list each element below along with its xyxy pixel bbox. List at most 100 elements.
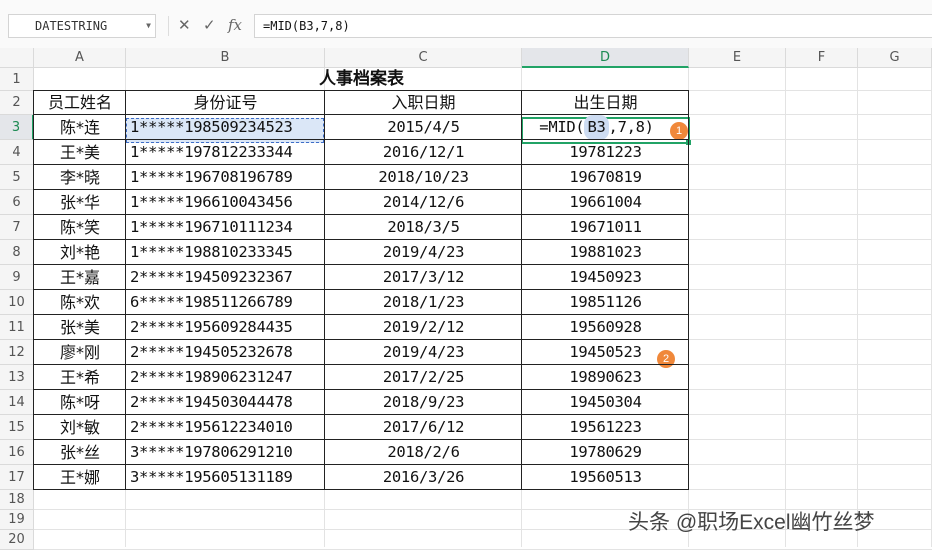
check-icon[interactable]: ✓ — [203, 15, 216, 35]
data-cell-hire-date[interactable]: 2016/12/1 — [325, 140, 522, 165]
data-cell-hire-date[interactable]: 2019/4/23 — [325, 340, 522, 365]
row-header-7[interactable]: 7 — [0, 215, 34, 240]
data-cell-birth-date[interactable]: 19780629 — [522, 440, 689, 465]
data-cell-name[interactable]: 王*希 — [34, 365, 126, 390]
column-header-f[interactable]: F — [786, 48, 858, 68]
select-all-corner[interactable] — [0, 48, 34, 68]
row-header-13[interactable]: 13 — [0, 365, 34, 390]
data-cell-name[interactable]: 刘*敏 — [34, 415, 126, 440]
data-cell-hire-date[interactable]: 2018/3/5 — [325, 215, 522, 240]
data-cell-birth-date[interactable]: 19851126 — [522, 290, 689, 315]
row-header-20[interactable]: 20 — [0, 530, 34, 550]
data-cell-birth-date[interactable]: 19450923 — [522, 265, 689, 290]
data-cell-id-number[interactable]: 1*****196708196789 — [126, 165, 325, 190]
column-header-b[interactable]: B — [126, 48, 325, 68]
data-cell-name[interactable]: 刘*艳 — [34, 240, 126, 265]
data-cell-hire-date[interactable]: 2014/12/6 — [325, 190, 522, 215]
data-cell-birth-date[interactable]: 19661004 — [522, 190, 689, 215]
data-cell-name[interactable]: 廖*刚 — [34, 340, 126, 365]
row-header-16[interactable]: 16 — [0, 440, 34, 465]
data-cell-name[interactable]: 王*嘉 — [34, 265, 126, 290]
formula-cell-d3[interactable]: =MID(B3,7,8) — [522, 115, 671, 140]
cancel-icon[interactable]: ✕ — [178, 15, 191, 35]
column-header-g[interactable]: G — [858, 48, 932, 68]
data-cell-birth-date[interactable]: 19560928 — [522, 315, 689, 340]
data-cell-name[interactable]: 张*华 — [34, 190, 126, 215]
row-header-18[interactable]: 18 — [0, 490, 34, 510]
data-cell-hire-date[interactable]: 2015/4/5 — [325, 115, 522, 140]
row-header-17[interactable]: 17 — [0, 465, 34, 490]
row-header-19[interactable]: 19 — [0, 510, 34, 530]
data-cell-name[interactable]: 陈*欢 — [34, 290, 126, 315]
data-cell-id-number[interactable]: 2*****195609284435 — [126, 315, 325, 340]
data-cell-id-number[interactable]: 2*****195612234010 — [126, 415, 325, 440]
column-header-e[interactable]: E — [689, 48, 786, 68]
name-box[interactable]: DATESTRING ▼ — [8, 14, 156, 38]
data-cell-name[interactable]: 张*美 — [34, 315, 126, 340]
row-header-8[interactable]: 8 — [0, 240, 34, 265]
data-cell-birth-date[interactable]: 19670819 — [522, 165, 689, 190]
row-header-4[interactable]: 4 — [0, 140, 34, 165]
column-header-d[interactable]: D — [522, 48, 689, 68]
row-header-15[interactable]: 15 — [0, 415, 34, 440]
data-cell-hire-date[interactable]: 2017/2/25 — [325, 365, 522, 390]
row-header-5[interactable]: 5 — [0, 165, 34, 190]
row-header-3[interactable]: 3 — [0, 115, 34, 140]
data-cell-id-number[interactable]: 1*****198509234523 — [126, 115, 325, 140]
data-cell-birth-date[interactable]: 19450304 — [522, 390, 689, 415]
data-cell-name[interactable]: 陈*呀 — [34, 390, 126, 415]
column-header-c[interactable]: C — [325, 48, 522, 68]
data-cell-id-number[interactable]: 2*****194509232367 — [126, 265, 325, 290]
formula-input[interactable]: =MID(B3,7,8) — [254, 14, 932, 38]
data-cell-birth-date[interactable]: 19881023 — [522, 240, 689, 265]
data-cell-id-number[interactable]: 3*****197806291210 — [126, 440, 325, 465]
data-cell-hire-date[interactable]: 2018/2/6 — [325, 440, 522, 465]
data-cell-birth-date[interactable]: 19561223 — [522, 415, 689, 440]
data-cell-id-number[interactable]: 1*****198810233345 — [126, 240, 325, 265]
header-cell[interactable]: 员工姓名 — [34, 91, 126, 115]
data-cell-birth-date[interactable]: 19890623 — [522, 365, 689, 390]
header-cell[interactable]: 身份证号 — [126, 91, 325, 115]
data-cell-hire-date[interactable]: 2017/3/12 — [325, 265, 522, 290]
header-cell[interactable]: 出生日期 — [522, 91, 689, 115]
data-cell-hire-date[interactable]: 2018/9/23 — [325, 390, 522, 415]
data-cell-birth-date[interactable]: 19781223 — [522, 140, 689, 165]
data-cell-name[interactable]: 李*晓 — [34, 165, 126, 190]
data-cell-name[interactable]: 陈*连 — [34, 115, 126, 140]
data-cell-id-number[interactable]: 6*****198511266789 — [126, 290, 325, 315]
data-cell-name[interactable]: 陈*笑 — [34, 215, 126, 240]
insert-function-icon[interactable]: fx — [228, 15, 242, 35]
row-header-9[interactable]: 9 — [0, 265, 34, 290]
row-header-12[interactable]: 12 — [0, 340, 34, 365]
data-cell-hire-date[interactable]: 2019/4/23 — [325, 240, 522, 265]
row-header-1[interactable]: 1 — [0, 68, 34, 91]
row-header-6[interactable]: 6 — [0, 190, 34, 215]
row-header-10[interactable]: 10 — [0, 290, 34, 315]
data-cell-hire-date[interactable]: 2017/6/12 — [325, 415, 522, 440]
data-cell-id-number[interactable]: 2*****198906231247 — [126, 365, 325, 390]
chevron-down-icon[interactable]: ▼ — [146, 15, 151, 37]
data-cell-name[interactable]: 王*美 — [34, 140, 126, 165]
data-cell-id-number[interactable]: 2*****194503044478 — [126, 390, 325, 415]
data-cell-birth-date[interactable]: 19560513 — [522, 465, 689, 490]
column-header-a[interactable]: A — [34, 48, 126, 68]
table-border — [34, 289, 689, 290]
row-header-2[interactable]: 2 — [0, 91, 34, 115]
header-cell[interactable]: 入职日期 — [325, 91, 522, 115]
sheet-title[interactable]: 人事档案表 — [34, 68, 689, 91]
data-cell-id-number[interactable]: 1*****196710111234 — [126, 215, 325, 240]
row-header-14[interactable]: 14 — [0, 390, 34, 415]
data-cell-id-number[interactable]: 1*****196610043456 — [126, 190, 325, 215]
data-cell-birth-date[interactable]: 19671011 — [522, 215, 689, 240]
data-cell-hire-date[interactable]: 2016/3/26 — [325, 465, 522, 490]
data-cell-id-number[interactable]: 3*****195605131189 — [126, 465, 325, 490]
data-cell-hire-date[interactable]: 2018/10/23 — [325, 165, 522, 190]
data-cell-name[interactable]: 王*娜 — [34, 465, 126, 490]
data-cell-hire-date[interactable]: 2019/2/12 — [325, 315, 522, 340]
data-cell-birth-date[interactable]: 19450523 — [522, 340, 689, 365]
row-header-11[interactable]: 11 — [0, 315, 34, 340]
data-cell-id-number[interactable]: 2*****194505232678 — [126, 340, 325, 365]
data-cell-hire-date[interactable]: 2018/1/23 — [325, 290, 522, 315]
data-cell-id-number[interactable]: 1*****197812233344 — [126, 140, 325, 165]
data-cell-name[interactable]: 张*丝 — [34, 440, 126, 465]
